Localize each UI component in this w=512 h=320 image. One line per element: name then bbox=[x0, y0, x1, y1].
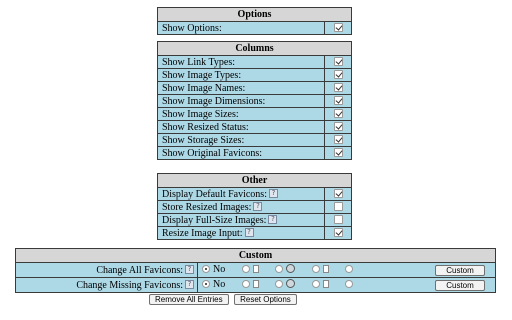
help-icon[interactable]: ? bbox=[268, 188, 278, 198]
columns-table: Columns Show Link Types: Show Image Type… bbox=[157, 41, 352, 160]
globe-icon bbox=[286, 264, 296, 274]
page-icon bbox=[322, 279, 329, 288]
show-image-types-checkbox[interactable] bbox=[333, 69, 343, 79]
other-table: Other Display Default Favicons:? Store R… bbox=[157, 173, 352, 240]
help-icon[interactable]: ? bbox=[185, 264, 194, 274]
custom-row: Change All Favicons:? No Custom bbox=[15, 262, 496, 278]
option-row: Show Resized Status: bbox=[157, 120, 352, 134]
radio-custom[interactable] bbox=[345, 279, 354, 288]
show-image-sizes-label: Show Image Sizes: bbox=[157, 107, 325, 121]
option-row: Show Image Sizes: bbox=[157, 107, 352, 121]
change-missing-favicons-label: Change Missing Favicons: bbox=[76, 279, 183, 291]
option-row: Show Storage Sizes: bbox=[157, 133, 352, 147]
no-label: No bbox=[213, 264, 226, 275]
display-default-favicons-checkbox[interactable] bbox=[333, 188, 343, 198]
custom-row: Change Missing Favicons:? No Custom bbox=[15, 277, 496, 293]
radio-no[interactable] bbox=[202, 279, 210, 288]
resize-image-input-label: Resize Image Input: bbox=[162, 227, 243, 239]
show-storage-sizes-label: Show Storage Sizes: bbox=[157, 133, 325, 147]
options-header: Options bbox=[157, 7, 352, 22]
radio-blank-page[interactable] bbox=[241, 264, 250, 273]
custom-favicon-icon bbox=[356, 266, 364, 274]
store-resized-images-label: Store Resized Images: bbox=[162, 201, 252, 213]
show-resized-status-label: Show Resized Status: bbox=[157, 120, 325, 134]
show-image-sizes-checkbox[interactable] bbox=[333, 108, 343, 118]
option-row: Resize Image Input:? bbox=[157, 226, 352, 240]
show-resized-status-checkbox[interactable] bbox=[333, 121, 343, 131]
show-link-types-label: Show Link Types: bbox=[157, 55, 325, 69]
bottom-buttons: Remove All Entries Reset Options bbox=[149, 294, 300, 306]
help-icon[interactable]: ? bbox=[185, 279, 194, 289]
radio-page[interactable] bbox=[311, 264, 320, 273]
show-storage-sizes-checkbox[interactable] bbox=[333, 134, 343, 144]
radio-globe[interactable] bbox=[275, 279, 284, 288]
show-image-types-label: Show Image Types: bbox=[157, 68, 325, 82]
custom-header: Custom bbox=[15, 248, 496, 263]
show-image-names-checkbox[interactable] bbox=[333, 82, 343, 92]
option-row: Show Image Dimensions: bbox=[157, 94, 352, 108]
no-label: No bbox=[213, 279, 226, 290]
page-icon bbox=[322, 264, 329, 273]
option-row: Show Options: bbox=[157, 21, 352, 35]
blank-page-icon bbox=[252, 279, 259, 288]
option-row: Show Image Names: bbox=[157, 81, 352, 95]
radio-globe[interactable] bbox=[275, 264, 284, 273]
option-row: Show Original Favicons: bbox=[157, 146, 352, 160]
resize-image-input-checkbox[interactable] bbox=[333, 227, 343, 237]
display-full-size-images-checkbox[interactable] bbox=[333, 214, 343, 224]
reset-options-button[interactable]: Reset Options bbox=[234, 294, 297, 306]
other-header: Other bbox=[157, 173, 352, 188]
columns-header: Columns bbox=[157, 41, 352, 56]
display-default-favicons-label: Display Default Favicons: bbox=[162, 188, 267, 200]
radio-custom[interactable] bbox=[345, 264, 354, 273]
radio-page[interactable] bbox=[311, 279, 320, 288]
show-image-dimensions-label: Show Image Dimensions: bbox=[157, 94, 325, 108]
radio-blank-page[interactable] bbox=[241, 279, 250, 288]
option-row: Display Full-Size Images:? bbox=[157, 213, 352, 227]
radio-no[interactable] bbox=[202, 264, 210, 273]
option-row: Show Image Types: bbox=[157, 68, 352, 82]
option-row: Display Default Favicons:? bbox=[157, 187, 352, 201]
help-icon[interactable]: ? bbox=[244, 227, 254, 237]
display-full-size-images-label: Display Full-Size Images: bbox=[162, 214, 267, 226]
blank-page-icon bbox=[252, 264, 259, 273]
show-image-names-label: Show Image Names: bbox=[157, 81, 325, 95]
show-options-label: Show Options: bbox=[157, 21, 325, 35]
custom-favicon-icon bbox=[356, 281, 364, 289]
help-icon[interactable]: ? bbox=[268, 214, 278, 224]
options-table: Options Show Options: bbox=[157, 7, 352, 35]
option-row: Show Link Types: bbox=[157, 55, 352, 69]
show-original-favicons-checkbox[interactable] bbox=[333, 147, 343, 157]
custom-button[interactable]: Custom bbox=[435, 265, 485, 276]
remove-all-entries-button[interactable]: Remove All Entries bbox=[149, 294, 229, 306]
show-original-favicons-label: Show Original Favicons: bbox=[157, 146, 325, 160]
help-icon[interactable]: ? bbox=[253, 201, 263, 211]
custom-button[interactable]: Custom bbox=[435, 280, 485, 291]
option-row: Store Resized Images:? bbox=[157, 200, 352, 214]
custom-table: Custom Change All Favicons:? No Custom C… bbox=[15, 248, 496, 293]
globe-icon bbox=[286, 279, 296, 289]
store-resized-images-checkbox[interactable] bbox=[333, 201, 343, 211]
change-all-favicons-label: Change All Favicons: bbox=[96, 264, 183, 276]
show-options-checkbox[interactable] bbox=[333, 22, 343, 32]
show-image-dimensions-checkbox[interactable] bbox=[333, 95, 343, 105]
show-link-types-checkbox[interactable] bbox=[333, 56, 343, 66]
